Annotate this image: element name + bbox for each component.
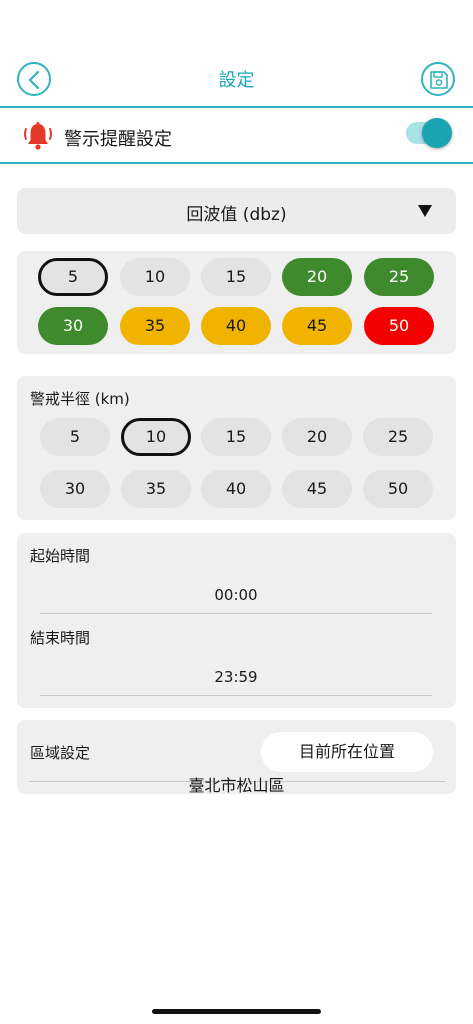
radius-option-40[interactable]: 40 (201, 470, 271, 508)
region-panel: 區域設定 目前所在位置 臺北市松山區 (17, 720, 456, 795)
dbz-option-50[interactable]: 50 (364, 307, 434, 345)
dbz-option-35[interactable]: 35 (120, 307, 190, 345)
header-bar: 設定 (0, 0, 473, 108)
end-time-underline (40, 695, 432, 696)
end-time-label: 結束時間 (30, 629, 91, 647)
dbz-option-40[interactable]: 40 (201, 307, 271, 345)
dbz-option-10[interactable]: 10 (120, 258, 190, 296)
radius-option-30[interactable]: 30 (40, 470, 110, 508)
dbz-option-15[interactable]: 15 (201, 258, 271, 296)
floppy-disk-icon (430, 71, 448, 89)
region-name: 臺北市松山區 (188, 776, 285, 795)
end-time-field[interactable]: 23:59 (40, 668, 432, 686)
dbz-option-30[interactable]: 30 (38, 307, 108, 345)
dbz-options-panel: 5 10 15 20 25 30 35 40 45 50 (17, 251, 456, 354)
radius-option-5[interactable]: 5 (40, 418, 110, 456)
radius-label: 警戒半徑 (km) (30, 390, 130, 408)
dbz-option-45[interactable]: 45 (282, 307, 352, 345)
dbz-option-25[interactable]: 25 (364, 258, 434, 296)
alert-setting-label: 警示提醒設定 (64, 129, 172, 150)
page-title: 設定 (218, 70, 255, 91)
radius-option-20[interactable]: 20 (282, 418, 352, 456)
radius-option-15[interactable]: 15 (201, 418, 271, 456)
alert-setting-row: 警示提醒設定 (0, 110, 473, 164)
bell-alert-icon (24, 122, 52, 150)
dropdown-label: 回波值 (dbz) (186, 205, 287, 225)
save-button[interactable] (421, 62, 455, 96)
radius-option-10[interactable]: 10 (121, 418, 191, 456)
radius-option-45[interactable]: 45 (282, 470, 352, 508)
radius-option-50[interactable]: 50 (363, 470, 433, 508)
home-indicator[interactable] (152, 1009, 321, 1014)
radius-option-35[interactable]: 35 (121, 470, 191, 508)
radius-option-25[interactable]: 25 (363, 418, 433, 456)
current-location-button[interactable]: 目前所在位置 (261, 732, 433, 772)
start-time-field[interactable]: 00:00 (40, 586, 432, 604)
region-label: 區域設定 (30, 744, 91, 762)
time-panel: 起始時間 00:00 結束時間 23:59 (17, 533, 456, 708)
alert-toggle[interactable] (406, 118, 452, 148)
start-time-label: 起始時間 (30, 547, 91, 565)
dbz-option-5[interactable]: 5 (38, 258, 108, 296)
start-time-underline (40, 613, 432, 614)
radius-panel: 警戒半徑 (km) 5 10 15 20 25 30 35 40 45 50 (17, 376, 456, 520)
dbz-dropdown[interactable]: 回波值 (dbz) (17, 188, 456, 234)
dbz-option-20[interactable]: 20 (282, 258, 352, 296)
toggle-knob (422, 118, 452, 148)
triangle-down-icon (418, 205, 432, 217)
